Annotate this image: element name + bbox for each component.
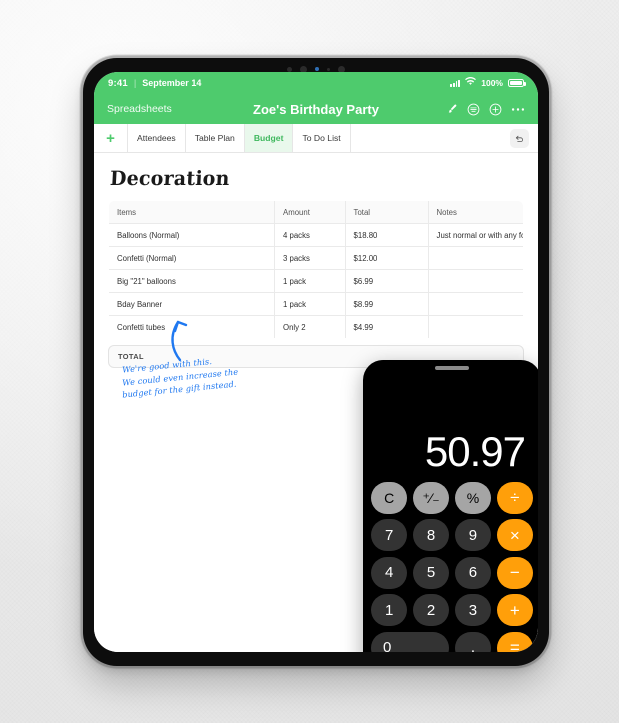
back-to-spreadsheets[interactable]: Spreadsheets — [107, 103, 172, 115]
cell-items[interactable]: Big "21" balloons — [109, 269, 275, 293]
table-header-row: Items Amount Total Notes — [109, 201, 523, 224]
calc-key-6[interactable]: 6 — [454, 556, 492, 589]
calc-key-clear[interactable]: C — [371, 481, 408, 514]
cell-amount[interactable]: Only 2 — [274, 315, 346, 338]
sheet-content: Decoration Items Amount Total Notes Ball… — [94, 168, 538, 652]
cell-total[interactable]: $8.99 — [344, 292, 429, 316]
cell-total[interactable]: $18.80 — [344, 223, 429, 247]
table-row[interactable]: Big "21" balloons 1 pack $6.99 — [109, 269, 523, 293]
battery-icon — [508, 79, 526, 87]
annotation-line-2: We could even increase the — [121, 366, 239, 388]
column-header-items[interactable]: Items — [109, 201, 275, 224]
cell-amount[interactable]: 1 pack — [274, 269, 346, 293]
status-time: 9:41 — [108, 77, 128, 89]
cell-notes[interactable] — [427, 292, 523, 316]
cellular-signal-icon — [450, 79, 461, 87]
battery-percent: 100% — [481, 78, 503, 88]
cell-amount[interactable]: 1 pack — [274, 292, 346, 316]
tab-attendees[interactable]: Attendees — [128, 124, 186, 152]
navigation-bar: Spreadsheets Zoe's Birthday Party — [94, 94, 538, 124]
table-row[interactable]: Bday Banner 1 pack $8.99 — [109, 292, 523, 316]
cell-items[interactable]: Balloons (Normal) — [109, 223, 275, 247]
add-sheet-button[interactable]: + — [94, 124, 128, 152]
calc-key-multiply[interactable]: × — [496, 519, 533, 551]
cell-items[interactable]: Confetti tubes — [109, 315, 275, 338]
cell-total[interactable]: $6.99 — [344, 269, 429, 293]
undo-icon[interactable] — [510, 128, 529, 148]
calc-key-add[interactable]: + — [496, 594, 533, 626]
calc-key-5[interactable]: 5 — [412, 556, 450, 589]
sheet-tab-bar: + Attendees Table Plan Budget To Do List — [94, 124, 538, 153]
status-separator: | — [133, 77, 137, 89]
total-label: TOTAL — [118, 352, 144, 361]
calc-key-percent[interactable]: % — [454, 481, 492, 514]
status-bar: 9:41 | September 14 100% — [94, 72, 538, 94]
section-title: Decoration — [109, 167, 231, 191]
calc-key-8[interactable]: 8 — [412, 519, 450, 551]
cell-notes[interactable]: Just normal or with any form? — [427, 223, 523, 247]
table-row[interactable]: Confetti tubes Only 2 $4.99 — [109, 315, 523, 338]
wifi-icon — [465, 77, 477, 89]
calc-key-0[interactable]: 0 — [371, 631, 450, 652]
cell-notes[interactable] — [427, 246, 523, 270]
cell-total[interactable]: $4.99 — [344, 315, 429, 338]
budget-table: Items Amount Total Notes Balloons (Norma… — [108, 200, 524, 339]
status-date: September 14 — [142, 78, 202, 88]
column-header-amount[interactable]: Amount — [274, 201, 346, 224]
tab-budget[interactable]: Budget — [244, 124, 294, 152]
ipad-screen: 9:41 | September 14 100% Spreadsheets Zo… — [94, 72, 538, 652]
calculator-keypad: C ⁺⁄₋ % ÷ 7 8 9 × 4 5 6 − 1 2 3 + 0 . = — [371, 481, 533, 652]
cell-notes[interactable] — [427, 315, 523, 338]
table-row[interactable]: Balloons (Normal) 4 packs $18.80 Just no… — [109, 223, 523, 247]
cell-amount[interactable]: 4 packs — [274, 223, 346, 247]
annotation-line-3: budget for the gift instead. — [121, 379, 237, 400]
cell-notes[interactable] — [427, 269, 523, 293]
calc-key-equals[interactable]: = — [496, 631, 533, 652]
brush-icon[interactable] — [446, 103, 458, 115]
calc-key-1[interactable]: 1 — [371, 594, 408, 626]
column-header-notes[interactable]: Notes — [427, 201, 523, 224]
format-icon[interactable] — [467, 103, 480, 116]
cell-total[interactable]: $12.00 — [344, 246, 429, 270]
app-header: 9:41 | September 14 100% Spreadsheets Zo… — [94, 72, 538, 124]
ipad-device: 9:41 | September 14 100% Spreadsheets Zo… — [83, 58, 549, 666]
calc-key-7[interactable]: 7 — [371, 519, 408, 551]
calc-key-decimal[interactable]: . — [454, 631, 492, 652]
cell-items[interactable]: Bday Banner — [109, 292, 275, 316]
calculator-display: 50.97 — [424, 427, 526, 475]
calc-key-9[interactable]: 9 — [454, 519, 492, 551]
cell-amount[interactable]: 3 packs — [274, 246, 346, 270]
calc-key-3[interactable]: 3 — [454, 594, 492, 626]
calculator-window[interactable]: 50.97 C ⁺⁄₋ % ÷ 7 8 9 × 4 5 6 − 1 2 3 + … — [363, 360, 538, 652]
tab-to-do-list[interactable]: To Do List — [293, 124, 351, 152]
more-options-icon[interactable] — [511, 107, 525, 112]
column-header-total[interactable]: Total — [344, 201, 429, 224]
calc-key-subtract[interactable]: − — [496, 556, 533, 589]
table-row[interactable]: Confetti (Normal) 3 packs $12.00 — [109, 246, 523, 270]
cell-items[interactable]: Confetti (Normal) — [109, 246, 275, 270]
calc-key-divide[interactable]: ÷ — [496, 481, 533, 514]
tab-table-plan[interactable]: Table Plan — [186, 124, 245, 152]
calc-key-2[interactable]: 2 — [412, 594, 450, 626]
calc-key-4[interactable]: 4 — [371, 556, 408, 589]
calc-key-sign[interactable]: ⁺⁄₋ — [412, 481, 450, 514]
add-circle-icon[interactable] — [489, 103, 502, 116]
